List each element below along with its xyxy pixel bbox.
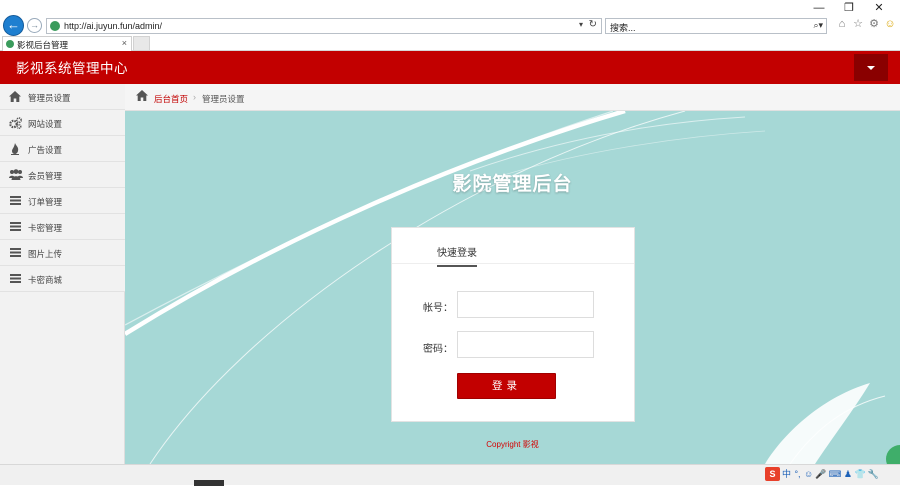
app-title: 影视系统管理中心 <box>16 61 128 76</box>
sidebar-item-label: 卡密管理 <box>28 223 63 233</box>
ime-toolbar: S 中 °, ☺ 🎤 ⌨ ♟ 👕 🔧 <box>765 467 879 481</box>
tab-favicon-icon <box>6 40 14 48</box>
browser-chrome: — ❐ ✕ ← → http://ai.juyun.fun/admin/ ▾ ↻… <box>0 0 900 51</box>
sidebar-item-label: 卡密商城 <box>28 275 63 285</box>
window-controls: — ❐ ✕ <box>804 0 894 17</box>
sidebar-item-card-management[interactable]: 卡密管理 <box>0 214 125 240</box>
list-icon <box>9 247 21 259</box>
ime-user-icon[interactable]: ♟ <box>843 467 852 481</box>
tab-title[interactable]: 影视后台管理 <box>17 39 68 51</box>
site-favicon-icon <box>50 21 60 31</box>
login-panel: 快速登录 帐号： 密码： 登录 <box>391 227 635 422</box>
status-bar: S 中 °, ☺ 🎤 ⌨ ♟ 👕 🔧 <box>0 464 900 486</box>
forward-button[interactable]: → <box>27 18 42 33</box>
fire-icon <box>9 143 21 155</box>
home-icon <box>136 90 148 104</box>
sidebar-item-label: 广告设置 <box>28 145 63 155</box>
address-bar[interactable]: http://ai.juyun.fun/admin/ ▾ ↻ <box>46 18 602 34</box>
home-icon[interactable]: ⌂ <box>836 17 848 31</box>
sidebar-item-member-management[interactable]: 会员管理 <box>0 162 125 188</box>
account-input[interactable] <box>457 291 594 318</box>
copyright-text: Copyright 影视 <box>486 440 539 449</box>
caret-down-icon <box>867 66 875 70</box>
account-label: 帐号： <box>423 303 453 314</box>
sidebar-item-label: 图片上传 <box>28 249 63 259</box>
password-label: 密码： <box>423 344 453 355</box>
app-header: 影视系统管理中心 <box>0 51 900 84</box>
breadcrumb-separator: › <box>193 92 196 102</box>
list-icon <box>9 273 21 285</box>
list-icon <box>9 221 21 233</box>
ime-punctuation-icon[interactable]: °, <box>793 467 802 481</box>
taskbar-button[interactable] <box>194 480 224 486</box>
search-icon[interactable]: ⌕▾ <box>813 20 823 31</box>
address-dropdown-icon[interactable]: ▾ <box>579 20 583 29</box>
user-menu-dropdown[interactable] <box>854 54 888 81</box>
ime-skin-icon[interactable]: 👕 <box>854 467 865 481</box>
home-icon <box>9 91 21 103</box>
sidebar-item-card-shop[interactable]: 卡密商城 <box>0 266 125 292</box>
tab-close-icon[interactable]: × <box>122 38 127 48</box>
sidebar-item-label: 网站设置 <box>28 119 63 129</box>
address-url[interactable]: http://ai.juyun.fun/admin/ <box>64 21 162 31</box>
login-heading: 影院管理后台 <box>452 174 573 195</box>
refresh-icon[interactable]: ↻ <box>589 19 597 30</box>
sidebar-item-site-settings[interactable]: 网站设置 <box>0 110 125 136</box>
browser-toolbar: ⌂ ☆ ⚙ ☺ <box>836 17 896 31</box>
list-icon <box>9 195 21 207</box>
ime-tools-icon[interactable]: 🔧 <box>868 467 879 481</box>
login-button[interactable]: 登录 <box>457 373 556 399</box>
sidebar-item-label: 会员管理 <box>28 171 63 181</box>
browser-tab[interactable]: 影视后台管理 × <box>2 36 132 51</box>
sidebar-item-label: 管理员设置 <box>28 93 71 103</box>
gear-icon[interactable]: ⚙ <box>868 17 880 31</box>
ime-chinese-mode[interactable]: 中 <box>782 467 791 481</box>
cogs-icon <box>9 117 23 129</box>
tab-strip: 影视后台管理 × <box>0 36 900 51</box>
browser-search-box[interactable]: 搜索... ⌕▾ <box>605 18 827 34</box>
ime-voice-icon[interactable]: 🎤 <box>815 467 826 481</box>
ime-emoji-icon[interactable]: ☺ <box>804 467 813 481</box>
main-content: 影院管理后台 快速登录 帐号： 密码： 登录 Copyright 影视 <box>125 111 900 464</box>
close-window-button[interactable]: ✕ <box>864 0 894 17</box>
sidebar-item-admin-settings[interactable]: 管理员设置 <box>0 84 125 110</box>
restore-button[interactable]: ❐ <box>834 0 864 17</box>
breadcrumb-current: 管理员设置 <box>202 94 245 104</box>
ime-keyboard-icon[interactable]: ⌨ <box>828 467 841 481</box>
sidebar-item-label: 订单管理 <box>28 197 63 207</box>
password-input[interactable] <box>457 331 594 358</box>
breadcrumb-home-link[interactable]: 后台首页 <box>154 93 188 105</box>
star-icon[interactable]: ☆ <box>852 17 864 31</box>
tab-divider <box>392 263 634 264</box>
back-button[interactable]: ← <box>3 15 24 36</box>
sidebar: 管理员设置 网站设置 广告设置 会员管理 订单管理 卡密管理 图片上传 卡密商城 <box>0 84 125 464</box>
breadcrumb: 后台首页 › 管理员设置 <box>125 84 900 111</box>
sidebar-item-image-upload[interactable]: 图片上传 <box>0 240 125 266</box>
smiley-icon[interactable]: ☺ <box>884 17 896 31</box>
users-icon <box>9 169 23 181</box>
sidebar-item-ad-settings[interactable]: 广告设置 <box>0 136 125 162</box>
new-tab-button[interactable] <box>133 36 150 51</box>
sogou-ime-icon[interactable]: S <box>765 467 780 481</box>
minimize-button[interactable]: — <box>804 0 834 17</box>
sidebar-item-order-management[interactable]: 订单管理 <box>0 188 125 214</box>
browser-search-placeholder[interactable]: 搜索... <box>610 21 636 34</box>
